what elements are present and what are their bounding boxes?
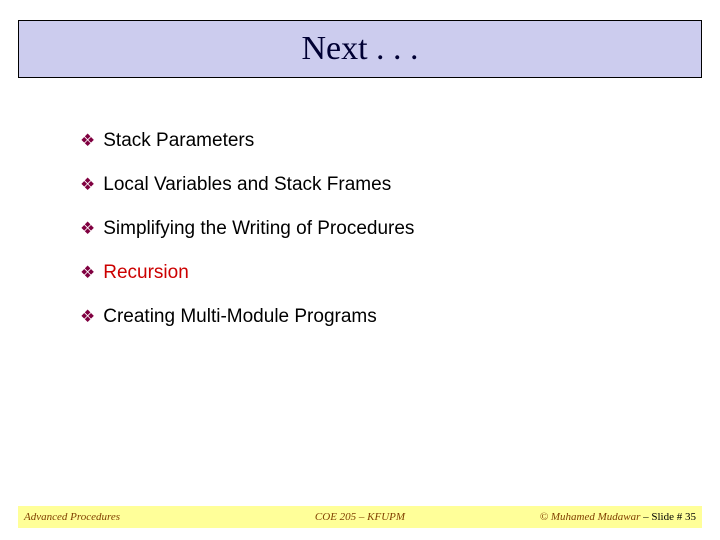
title-bar: Next . . . [18,20,702,78]
bullet-text: Stack Parameters [103,130,254,152]
bullet-text: Local Variables and Stack Frames [103,174,391,196]
footer-right: © Muhamed Mudawar – Slide # 35 [472,511,702,523]
list-item: ❖ Simplifying the Writing of Procedures [80,218,660,240]
footer-bar: Advanced Procedures COE 205 – KFUPM © Mu… [18,506,702,528]
bullet-text-highlight: Recursion [103,262,189,284]
diamond-bullet-icon: ❖ [80,130,95,152]
list-item: ❖ Recursion [80,262,660,284]
diamond-bullet-icon: ❖ [80,218,95,240]
diamond-bullet-icon: ❖ [80,306,95,328]
slide-title: Next . . . [301,30,418,68]
footer-left: Advanced Procedures [18,511,248,523]
bullet-list: ❖ Stack Parameters ❖ Local Variables and… [80,130,660,350]
list-item: ❖ Creating Multi-Module Programs [80,306,660,328]
list-item: ❖ Stack Parameters [80,130,660,152]
list-item: ❖ Local Variables and Stack Frames [80,174,660,196]
diamond-bullet-icon: ❖ [80,174,95,196]
footer-slide-number: – Slide # 35 [640,511,696,523]
footer-copyright: © Muhamed Mudawar [540,511,641,523]
bullet-text: Simplifying the Writing of Procedures [103,218,414,240]
diamond-bullet-icon: ❖ [80,262,95,284]
bullet-text: Creating Multi-Module Programs [103,306,377,328]
footer-center: COE 205 – KFUPM [248,511,472,523]
